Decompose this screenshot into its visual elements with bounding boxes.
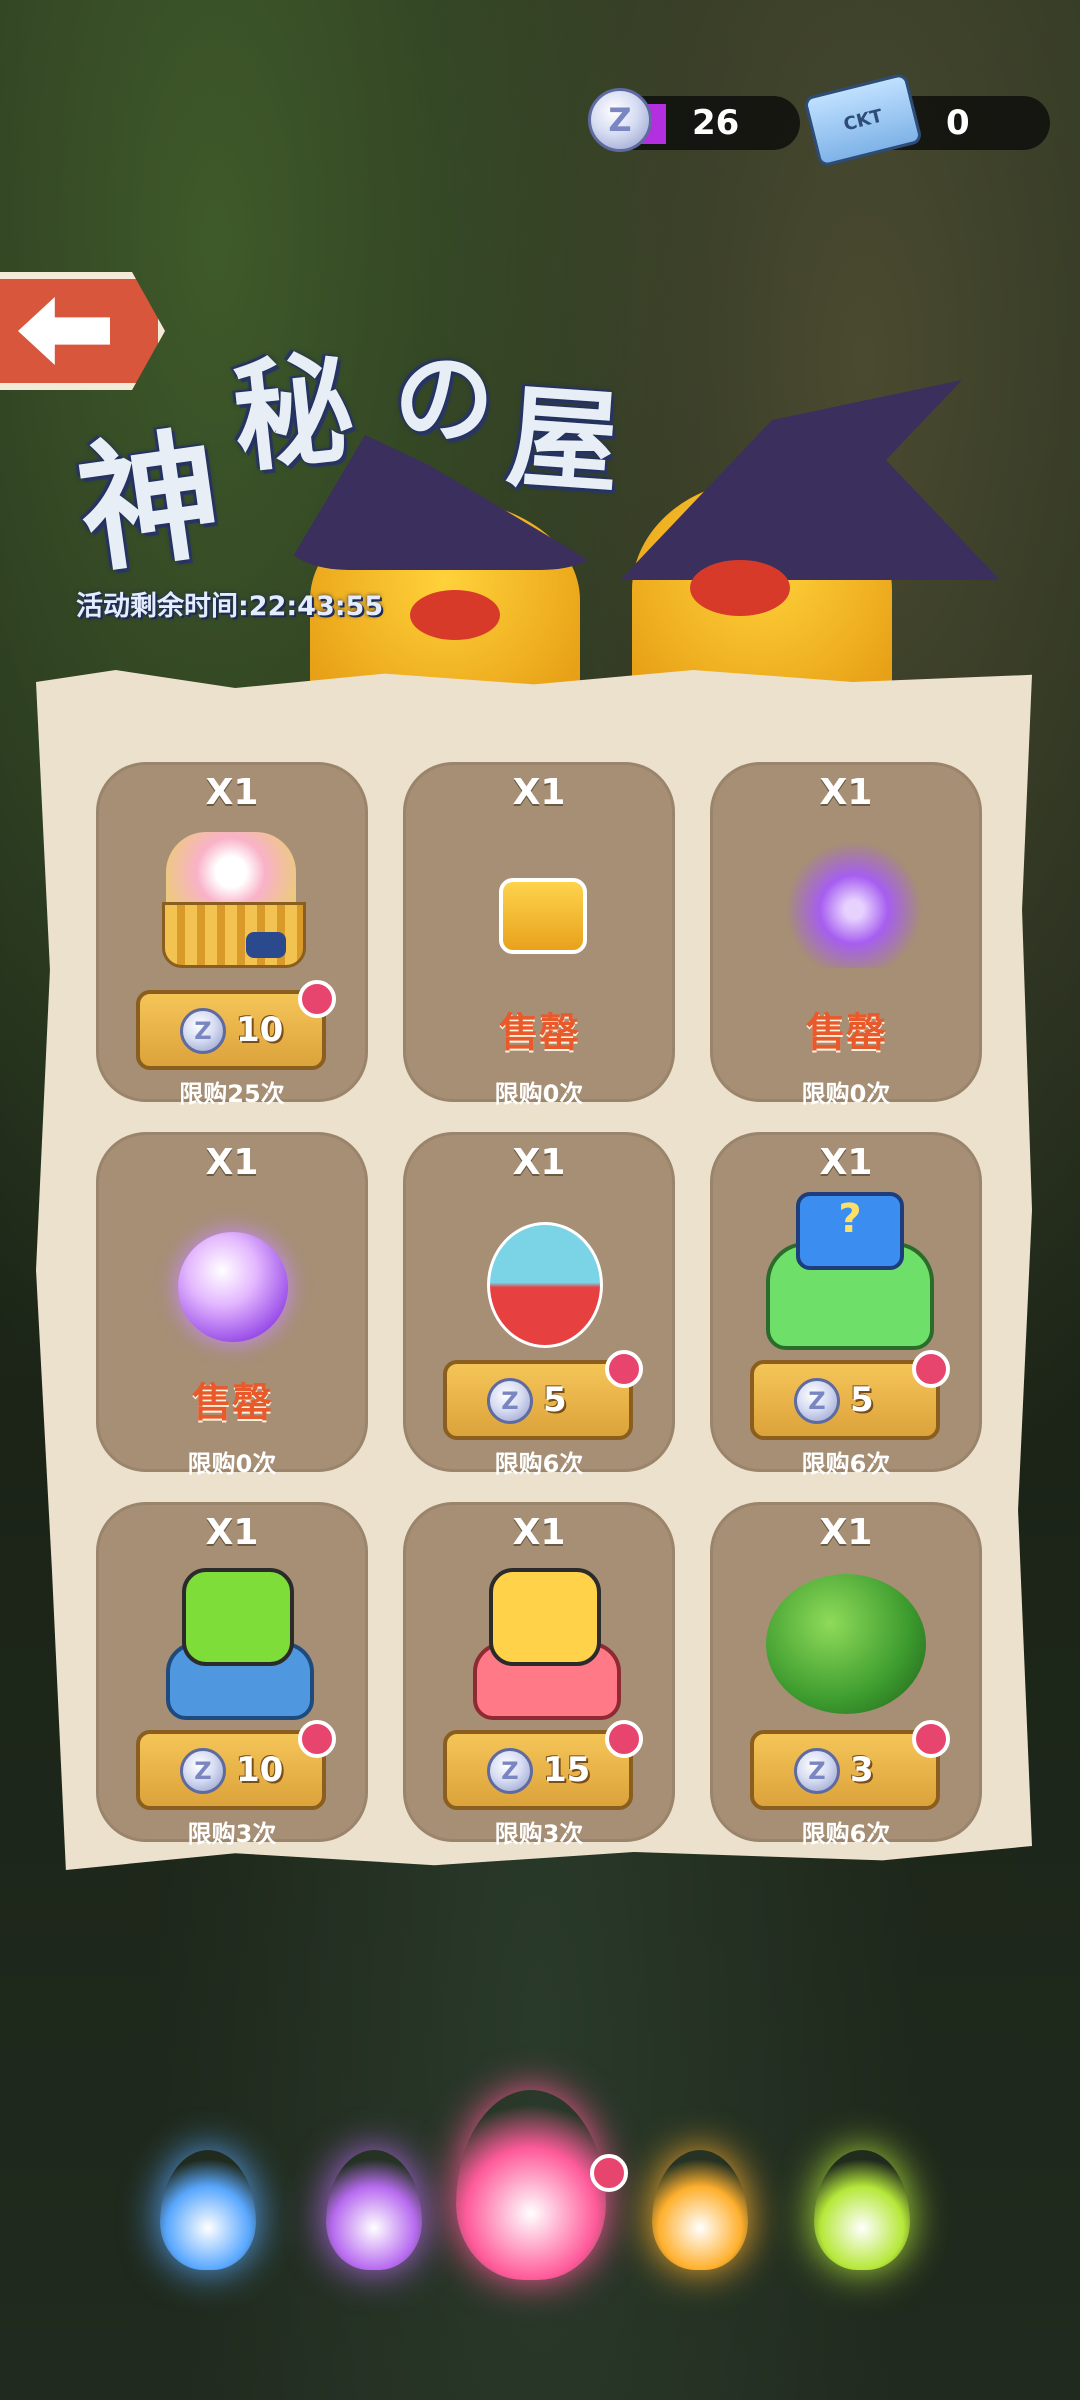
coin-count: 26 (692, 103, 740, 143)
back-button[interactable] (0, 272, 165, 390)
duck-beak-right (690, 560, 790, 616)
buy-button[interactable]: Z 3 (750, 1720, 950, 1810)
buy-button[interactable]: Z 10 (136, 980, 336, 1070)
orange-flame-spirit[interactable] (652, 2150, 748, 2270)
shop-item-card[interactable]: X1 售罄 限购0次 (96, 1132, 368, 1478)
witch-hat-right (620, 380, 1000, 580)
item-price: 10 (236, 1010, 284, 1050)
shop-item-card[interactable]: X1 Z 15 限购3次 (403, 1502, 675, 1848)
silver-coin-icon: Z (794, 1378, 840, 1424)
blue-cat-robot-icon (96, 1502, 368, 1742)
shop-item-card[interactable]: X1 Z 5 限购6次 (403, 1132, 675, 1478)
notification-dot (912, 1350, 950, 1388)
shop-item-card[interactable]: X1 售罄 限购0次 (403, 762, 675, 1108)
title-char-4: 屋 (502, 372, 624, 510)
item-price: 15 (543, 1750, 591, 1790)
purchase-limit: 限购3次 (187, 1820, 277, 1848)
buy-button[interactable]: Z 5 (750, 1350, 950, 1440)
purchase-limit: 限购0次 (801, 1080, 891, 1108)
notification-dot (298, 1720, 336, 1758)
purchase-limit: 限购0次 (494, 1080, 584, 1108)
purple-flame-spirit[interactable] (326, 2150, 422, 2270)
purchase-limit: 限购25次 (179, 1080, 285, 1108)
notification-dot (605, 1720, 643, 1758)
notification-dot (912, 1720, 950, 1758)
item-price: 10 (236, 1750, 284, 1790)
mystery-bag-icon: ? (710, 1132, 982, 1372)
shop-item-card[interactable]: X1 Z 3 限购6次 (710, 1502, 982, 1848)
shop-item-card[interactable]: X1 Z 10 限购25次 (96, 762, 368, 1108)
silver-coin-icon: Z (487, 1748, 533, 1794)
sold-out-label: 售罄 (806, 1010, 886, 1056)
duck-beak-left (410, 590, 500, 640)
silver-coin-icon: Z (794, 1748, 840, 1794)
purchase-limit: 限购6次 (801, 1820, 891, 1848)
silver-coin-icon: Z (588, 88, 652, 152)
title-char-1: 神 (69, 412, 231, 594)
purchase-limit: 限购0次 (187, 1450, 277, 1478)
ticket-icon: CKT (802, 72, 924, 168)
magic-orb-icon (96, 1132, 368, 1372)
blue-flame-spirit[interactable] (160, 2150, 256, 2270)
notification-dot (605, 1350, 643, 1388)
purchase-limit: 限购6次 (494, 1450, 584, 1478)
purchase-limit: 限购6次 (801, 1450, 891, 1478)
green-bush-icon (710, 1502, 982, 1742)
title-char-2: 秘 (226, 339, 361, 490)
notification-dot (590, 2154, 628, 2192)
arrow-left-icon (18, 297, 110, 365)
yellow-bag-icon (403, 762, 675, 1002)
buy-button[interactable]: Z 15 (443, 1720, 643, 1810)
event-timer: 活动剩余时间:22:43:55 (76, 591, 384, 622)
purple-bow-icon (710, 762, 982, 1002)
buy-button[interactable]: Z 5 (443, 1350, 643, 1440)
notification-dot (298, 980, 336, 1018)
ticket-count: 0 (946, 103, 970, 143)
sold-out-label: 售罄 (499, 1010, 579, 1056)
shop-item-card[interactable]: X1 Z 10 限购3次 (96, 1502, 368, 1848)
sold-out-label: 售罄 (192, 1380, 272, 1426)
item-price: 5 (543, 1380, 567, 1420)
item-price: 3 (850, 1750, 874, 1790)
flower-basket-icon (96, 762, 368, 1002)
silver-coin-icon: Z (180, 1748, 226, 1794)
shop-item-card[interactable]: X1? Z 5 限购6次 (710, 1132, 982, 1478)
purchase-limit: 限购3次 (494, 1820, 584, 1848)
item-price: 5 (850, 1380, 874, 1420)
title-char-3: の (394, 341, 494, 458)
shop-item-card[interactable]: X1 售罄 限购0次 (710, 762, 982, 1108)
pink-cat-robot-icon (403, 1502, 675, 1742)
pink-flame-spirit[interactable] (456, 2090, 606, 2280)
cat-capsule-icon (403, 1132, 675, 1372)
silver-coin-icon: Z (487, 1378, 533, 1424)
silver-coin-icon: Z (180, 1008, 226, 1054)
lime-flame-spirit[interactable] (814, 2150, 910, 2270)
buy-button[interactable]: Z 10 (136, 1720, 336, 1810)
